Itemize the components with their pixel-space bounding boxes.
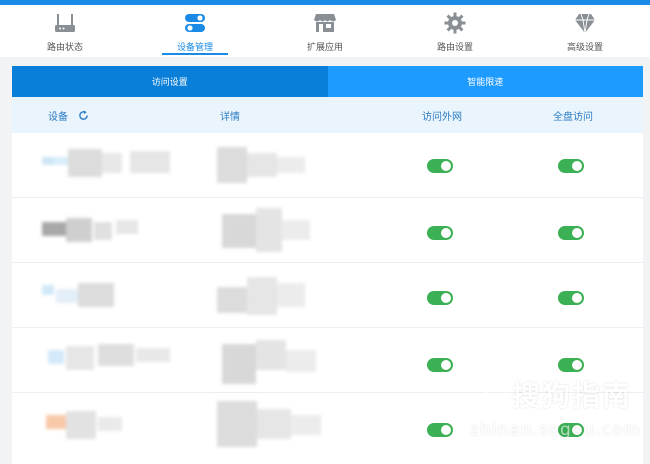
- nav-router-status[interactable]: 路由状态: [0, 5, 130, 57]
- watermark-url: zhinan.sogou.com: [470, 420, 641, 440]
- full-disk-access-toggle[interactable]: [558, 159, 584, 173]
- detail-redacted: [222, 340, 318, 386]
- full-disk-access-toggle[interactable]: [558, 291, 584, 305]
- device-info-redacted: [46, 409, 136, 443]
- detail-redacted: [217, 277, 307, 317]
- toggle-switches-icon: [183, 11, 207, 35]
- external-access-toggle[interactable]: [427, 423, 453, 437]
- table-row: [12, 198, 643, 263]
- external-access-toggle[interactable]: [427, 291, 453, 305]
- header-external-access: 访问外网: [422, 111, 462, 123]
- nav-label: 设备管理: [176, 43, 213, 53]
- nav-router-settings[interactable]: 路由设置: [390, 5, 520, 57]
- full-disk-access-toggle[interactable]: [558, 226, 584, 240]
- subtab-bar: 访问设置 智能限速: [12, 66, 643, 102]
- gear-icon: [443, 11, 467, 35]
- nav-advanced-settings[interactable]: 高级设置: [520, 5, 650, 57]
- device-info-redacted: [42, 281, 132, 311]
- refresh-icon[interactable]: [78, 109, 89, 121]
- header-full-disk-access: 全盘访问: [553, 111, 593, 123]
- external-access-toggle[interactable]: [427, 159, 453, 173]
- main-nav: 路由状态 设备管理 扩展应用 路由设置 高级设置: [0, 5, 650, 57]
- detail-redacted: [222, 208, 312, 252]
- device-info-redacted: [42, 149, 192, 179]
- nav-label: 路由状态: [46, 43, 83, 53]
- watermark: S 搜狗指南: [470, 374, 632, 414]
- device-info-redacted: [48, 344, 198, 378]
- subtab-access-settings[interactable]: 访问设置: [12, 66, 328, 102]
- full-disk-access-toggle[interactable]: [558, 358, 584, 372]
- router-icon: [53, 11, 77, 35]
- header-device: 设备: [48, 108, 89, 123]
- table-header: 设备 详情 访问外网 全盘访问: [12, 97, 643, 133]
- nav-extensions[interactable]: 扩展应用: [260, 5, 390, 57]
- watermark-text: 搜狗指南: [512, 379, 633, 412]
- detail-redacted: [217, 147, 307, 183]
- nav-label: 扩展应用: [306, 43, 343, 53]
- detail-redacted: [217, 401, 327, 451]
- device-info-redacted: [42, 216, 152, 246]
- nav-device-management[interactable]: 设备管理: [130, 5, 260, 57]
- external-access-toggle[interactable]: [427, 226, 453, 240]
- header-device-label: 设备: [48, 111, 68, 123]
- watermark-logo-icon: S: [470, 376, 506, 412]
- diamond-icon: [573, 11, 597, 35]
- header-detail: 详情: [220, 111, 240, 123]
- table-row: [12, 263, 643, 328]
- store-icon: [313, 11, 337, 35]
- table-row: [12, 133, 643, 198]
- nav-label: 高级设置: [566, 43, 603, 53]
- nav-label: 路由设置: [436, 43, 473, 53]
- external-access-toggle[interactable]: [427, 358, 453, 372]
- subtab-smart-speed-limit[interactable]: 智能限速: [327, 66, 643, 97]
